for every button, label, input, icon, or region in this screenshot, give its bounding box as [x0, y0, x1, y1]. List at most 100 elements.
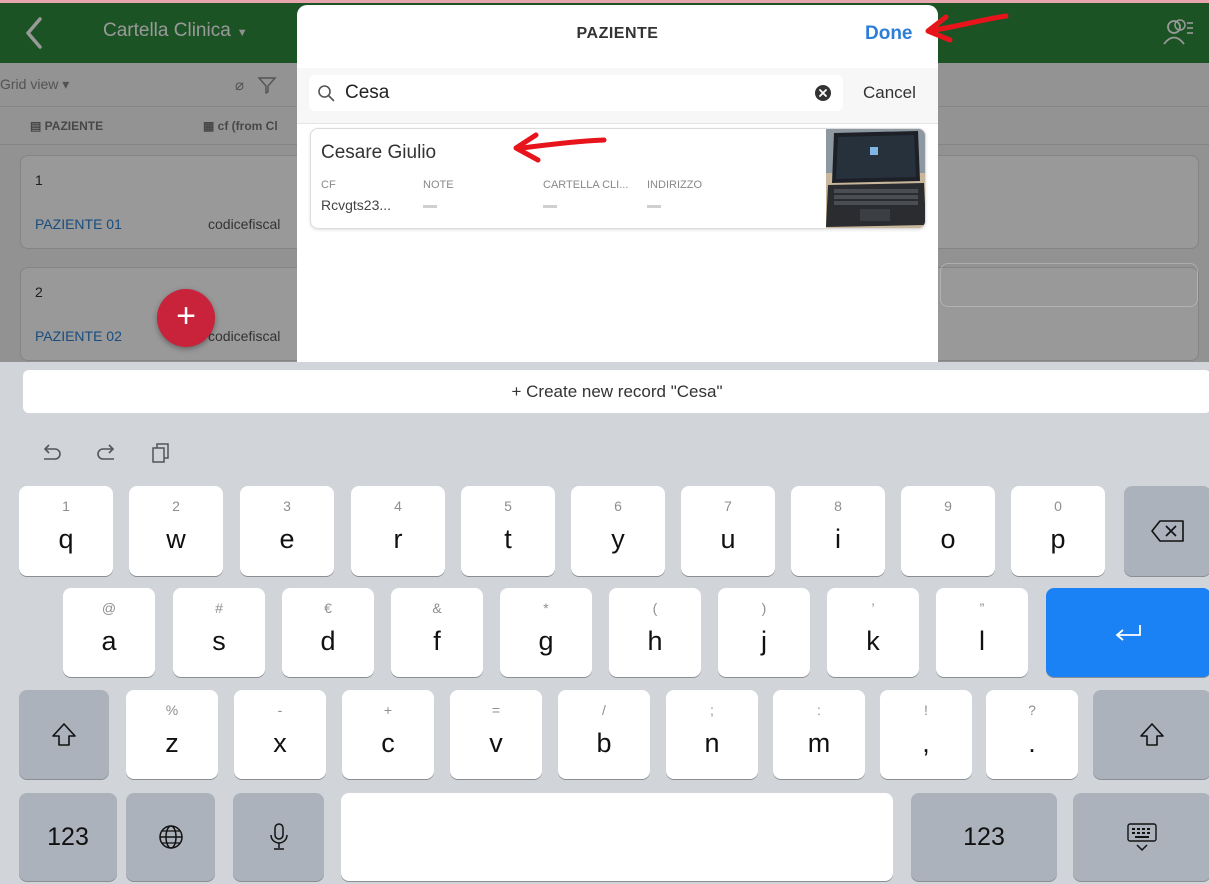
- key[interactable]: 7u: [681, 486, 775, 576]
- key[interactable]: + c: [342, 690, 434, 779]
- key-alt-label: @: [101, 600, 117, 616]
- undo-icon[interactable]: [38, 440, 64, 466]
- done-button[interactable]: Done: [865, 23, 913, 45]
- key[interactable]: ?.: [986, 690, 1078, 779]
- globe-key[interactable]: [126, 793, 215, 881]
- key[interactable]: & f: [391, 588, 483, 677]
- key-label: h: [647, 626, 663, 656]
- add-record-button[interactable]: +: [157, 289, 215, 347]
- search-input[interactable]: [345, 75, 805, 111]
- key[interactable]: -x: [234, 690, 326, 779]
- background-field: [940, 263, 1198, 307]
- key-label: f: [433, 626, 441, 656]
- paste-icon[interactable]: [148, 440, 174, 466]
- key[interactable]: 2w: [129, 486, 223, 576]
- result-name: Cesare Giulio: [321, 142, 437, 163]
- numbers-key-label: 123: [963, 823, 1005, 851]
- key-alt-label: :: [817, 702, 821, 718]
- cancel-button[interactable]: Cancel: [863, 83, 916, 103]
- key[interactable]: / b: [558, 690, 650, 779]
- key[interactable]: # s: [173, 588, 265, 677]
- field-label-indirizzo: INDIRIZZO: [647, 179, 702, 191]
- key-alt-label: 7: [724, 498, 732, 514]
- key-label: d: [320, 626, 336, 656]
- numbers-key-label: 123: [47, 823, 89, 851]
- key-alt-label: 3: [283, 498, 291, 514]
- shift-icon: [52, 722, 76, 746]
- redo-icon[interactable]: [94, 440, 120, 466]
- key-label: u: [720, 524, 736, 554]
- key-alt-label: /: [602, 702, 606, 718]
- key[interactable]: 4r: [351, 486, 445, 576]
- key[interactable]: 9o: [901, 486, 995, 576]
- key[interactable]: 3e: [240, 486, 334, 576]
- key[interactable]: % z: [126, 690, 218, 779]
- key[interactable]: ’ k: [827, 588, 919, 677]
- key[interactable]: :m: [773, 690, 865, 779]
- create-new-record-button[interactable]: + Create new record "Cesa": [23, 370, 1209, 413]
- return-icon: [1115, 624, 1141, 641]
- field-value-cf: Rcvgts23...: [321, 197, 392, 213]
- key-label: b: [596, 728, 612, 758]
- key-label: z: [165, 728, 179, 758]
- dictation-key[interactable]: [233, 793, 324, 881]
- key-alt-label: 6: [614, 498, 622, 514]
- key[interactable]: ” l: [936, 588, 1028, 677]
- key-label: i: [835, 524, 841, 554]
- key[interactable]: = v: [450, 690, 542, 779]
- key[interactable]: € d: [282, 588, 374, 677]
- return-key[interactable]: [1046, 588, 1209, 677]
- key-alt-label: ;: [710, 702, 714, 718]
- numbers-key[interactable]: 123: [911, 793, 1057, 881]
- microphone-icon: [269, 823, 288, 850]
- key-label: e: [279, 524, 295, 554]
- key[interactable]: 0p: [1011, 486, 1105, 576]
- create-new-record-label: + Create new record "Cesa": [511, 382, 723, 401]
- key-label: s: [212, 626, 226, 656]
- key[interactable]: ; n: [666, 690, 758, 779]
- search-bar: Cancel: [297, 68, 938, 124]
- key-alt-label: &: [432, 600, 442, 616]
- globe-icon: [158, 825, 183, 849]
- backspace-key[interactable]: [1124, 486, 1209, 576]
- key[interactable]: 1q: [19, 486, 113, 576]
- dismiss-keyboard-key[interactable]: [1073, 793, 1209, 881]
- key-label: .: [1028, 728, 1036, 758]
- shift-key-right[interactable]: [1093, 690, 1209, 779]
- key-alt-label: ): [761, 600, 767, 616]
- shift-key-left[interactable]: [19, 690, 109, 779]
- key[interactable]: 8i: [791, 486, 885, 576]
- key-alt-label: €: [324, 600, 332, 616]
- search-result-card[interactable]: Cesare Giulio CF Rcvgts23... NOTE CARTEL…: [310, 128, 926, 229]
- annotation-arrow-icon: [513, 132, 607, 163]
- key[interactable]: !,: [880, 690, 972, 779]
- search-icon: [318, 85, 335, 102]
- key-label: w: [166, 524, 186, 554]
- space-bar[interactable]: [341, 793, 893, 881]
- key-alt-label: *: [543, 600, 549, 616]
- clear-search-icon[interactable]: [815, 85, 831, 101]
- field-label-note: NOTE: [423, 179, 454, 191]
- key[interactable]: ) j: [718, 588, 810, 677]
- key-alt-label: 2: [172, 498, 180, 514]
- dismiss-keyboard-icon: [1127, 823, 1157, 852]
- key[interactable]: 5t: [461, 486, 555, 576]
- key-label: t: [504, 524, 512, 554]
- key-alt-label: (: [652, 600, 658, 616]
- numbers-key[interactable]: 123: [19, 793, 117, 881]
- key-label: x: [273, 728, 287, 758]
- key[interactable]: (h: [609, 588, 701, 677]
- backspace-icon: [1150, 520, 1184, 542]
- key-label: v: [489, 728, 503, 758]
- key[interactable]: 6y: [571, 486, 665, 576]
- key-label: j: [761, 626, 767, 656]
- key-label: k: [866, 626, 880, 656]
- key[interactable]: * g: [500, 588, 592, 677]
- key-label: m: [807, 728, 831, 758]
- field-label-cf: CF: [321, 179, 336, 191]
- modal-title: PAZIENTE: [576, 25, 659, 42]
- key-alt-label: 4: [394, 498, 402, 514]
- key-label: l: [979, 626, 985, 656]
- key-alt-label: 9: [944, 498, 952, 514]
- key[interactable]: @ a: [63, 588, 155, 677]
